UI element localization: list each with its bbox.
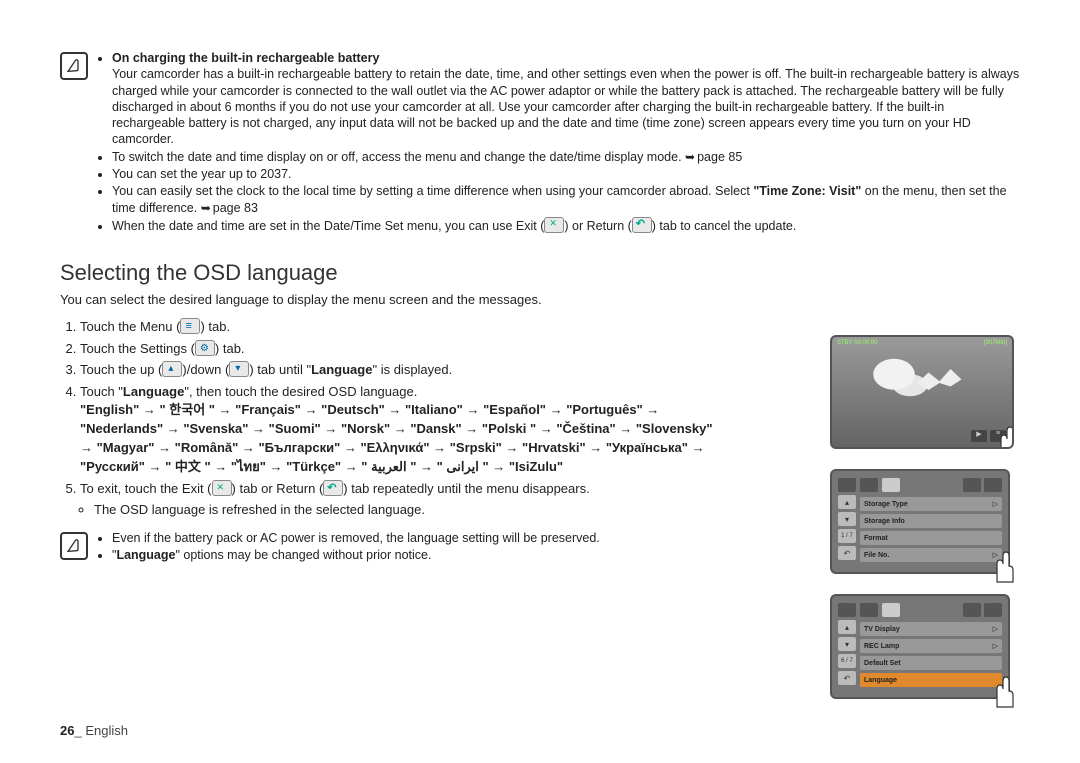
- return-icon: [323, 480, 343, 496]
- hand-pointer-icon: [987, 419, 1014, 449]
- up-icon: ▴: [838, 620, 856, 634]
- page-ref-icon: [685, 150, 697, 164]
- screenshot-menu-2: ▴ ▾ 6 / 7 ↶ TV Display▷ REC Lamp▷ Defaul…: [830, 594, 1010, 699]
- tab-icon: [860, 478, 878, 492]
- note-icon: [60, 532, 88, 560]
- screenshot-menu-1: ▴ ▾ 1 / 7 ↶ Storage Type▷ Storage Info F…: [830, 469, 1010, 574]
- down-icon: ▾: [838, 637, 856, 651]
- note-heading: On charging the built-in rechargeable ba…: [112, 51, 379, 65]
- tab-icon: [838, 478, 856, 492]
- storage-icon: [963, 478, 981, 492]
- note-box-top: On charging the built-in rechargeable ba…: [60, 50, 1020, 235]
- page-ref-icon: [201, 201, 213, 215]
- return-icon: [632, 217, 652, 233]
- up-icon: ▴: [838, 495, 856, 509]
- section-intro: You can select the desired language to d…: [60, 292, 1020, 307]
- up-icon: [162, 361, 182, 377]
- screenshots: STBY 00:00:00 [307Min] ▶ ≡: [830, 335, 1025, 699]
- note-paragraph: Your camcorder has a built-in rechargeab…: [112, 67, 1019, 146]
- return-icon: ↶: [838, 546, 856, 560]
- screenshot-camera: STBY 00:00:00 [307Min] ▶ ≡: [830, 335, 1014, 449]
- storage-icon: [963, 603, 981, 617]
- section-title: Selecting the OSD language: [60, 260, 1020, 286]
- hand-pointer-icon: [983, 544, 1023, 584]
- exit-icon: [212, 480, 232, 496]
- down-icon: [229, 361, 249, 377]
- settings-icon: [195, 340, 215, 356]
- page-indicator: 6 / 7: [838, 654, 856, 668]
- down-icon: ▾: [838, 512, 856, 526]
- steps-list: Touch the Menu () tab. Touch the Setting…: [60, 317, 720, 519]
- page-indicator: 1 / 7: [838, 529, 856, 543]
- play-icon: ▶: [971, 430, 987, 442]
- note-icon: [60, 52, 88, 80]
- note-content: Even if the battery pack or AC power is …: [98, 530, 720, 565]
- hand-pointer-icon: [983, 669, 1023, 709]
- return-icon: ↶: [838, 671, 856, 685]
- note-box-bottom: Even if the battery pack or AC power is …: [60, 530, 720, 565]
- settings-tab-icon: [882, 478, 900, 492]
- tab-icon: [838, 603, 856, 617]
- note-content: On charging the built-in rechargeable ba…: [98, 50, 1020, 235]
- menu-icon: [180, 318, 200, 334]
- battery-icon: [984, 603, 1002, 617]
- tab-icon: [860, 603, 878, 617]
- exit-icon: [544, 217, 564, 233]
- battery-icon: [984, 478, 1002, 492]
- settings-tab-icon: [882, 603, 900, 617]
- language-list: "English" → " 한국어 " → "Français" → "Deut…: [80, 401, 720, 476]
- page-footer: 26_ English: [60, 723, 128, 738]
